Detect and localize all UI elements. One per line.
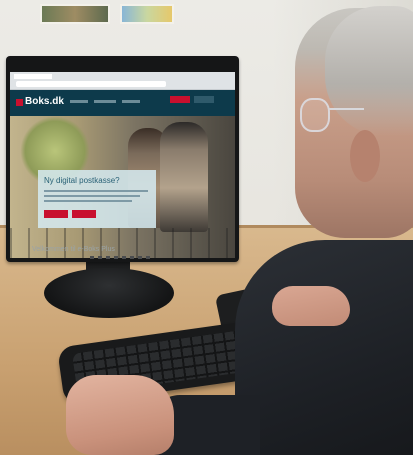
site-logo: Boks.dk	[25, 96, 64, 107]
person-ear	[350, 130, 380, 182]
wall-picture-right	[120, 4, 174, 24]
nav-item	[70, 100, 88, 103]
browser-tab	[14, 74, 52, 79]
hand-on-mouse	[272, 286, 350, 326]
monitor-screen: Boks.dk Ny digital postkasse?	[10, 72, 235, 258]
glasses-arm	[328, 108, 364, 110]
body-text-line	[44, 190, 148, 192]
screen-caption: Velkommen til e-Boks Plus	[32, 246, 115, 253]
office-photo: Boks.dk Ny digital postkasse? Velkommen …	[0, 0, 413, 455]
header-button	[170, 96, 190, 103]
hero-image: Ny digital postkasse?	[10, 116, 235, 258]
hand-on-keyboard	[66, 375, 174, 455]
wall-picture-left	[40, 4, 110, 24]
body-text-line	[44, 200, 132, 202]
nav-item	[94, 100, 116, 103]
site-header: Boks.dk	[10, 90, 235, 116]
monitor-buttons	[90, 256, 150, 259]
person-shoulder	[235, 240, 413, 455]
bicycles	[10, 228, 235, 258]
hero-headline: Ny digital postkasse?	[44, 176, 120, 185]
glasses	[300, 98, 330, 132]
logo-icon	[16, 99, 23, 106]
nav-item	[122, 100, 140, 103]
hero-person	[160, 122, 208, 232]
monitor-bezel: Boks.dk Ny digital postkasse? Velkommen …	[6, 56, 239, 262]
header-button	[194, 96, 214, 103]
monitor-stand	[44, 268, 174, 318]
body-text-line	[44, 195, 140, 197]
hero-panel: Ny digital postkasse?	[38, 170, 156, 228]
address-bar	[16, 81, 166, 87]
browser-toolbar	[10, 72, 235, 90]
hero-button	[44, 210, 68, 218]
hero-button	[72, 210, 96, 218]
monitor: Boks.dk Ny digital postkasse? Velkommen …	[6, 56, 239, 295]
